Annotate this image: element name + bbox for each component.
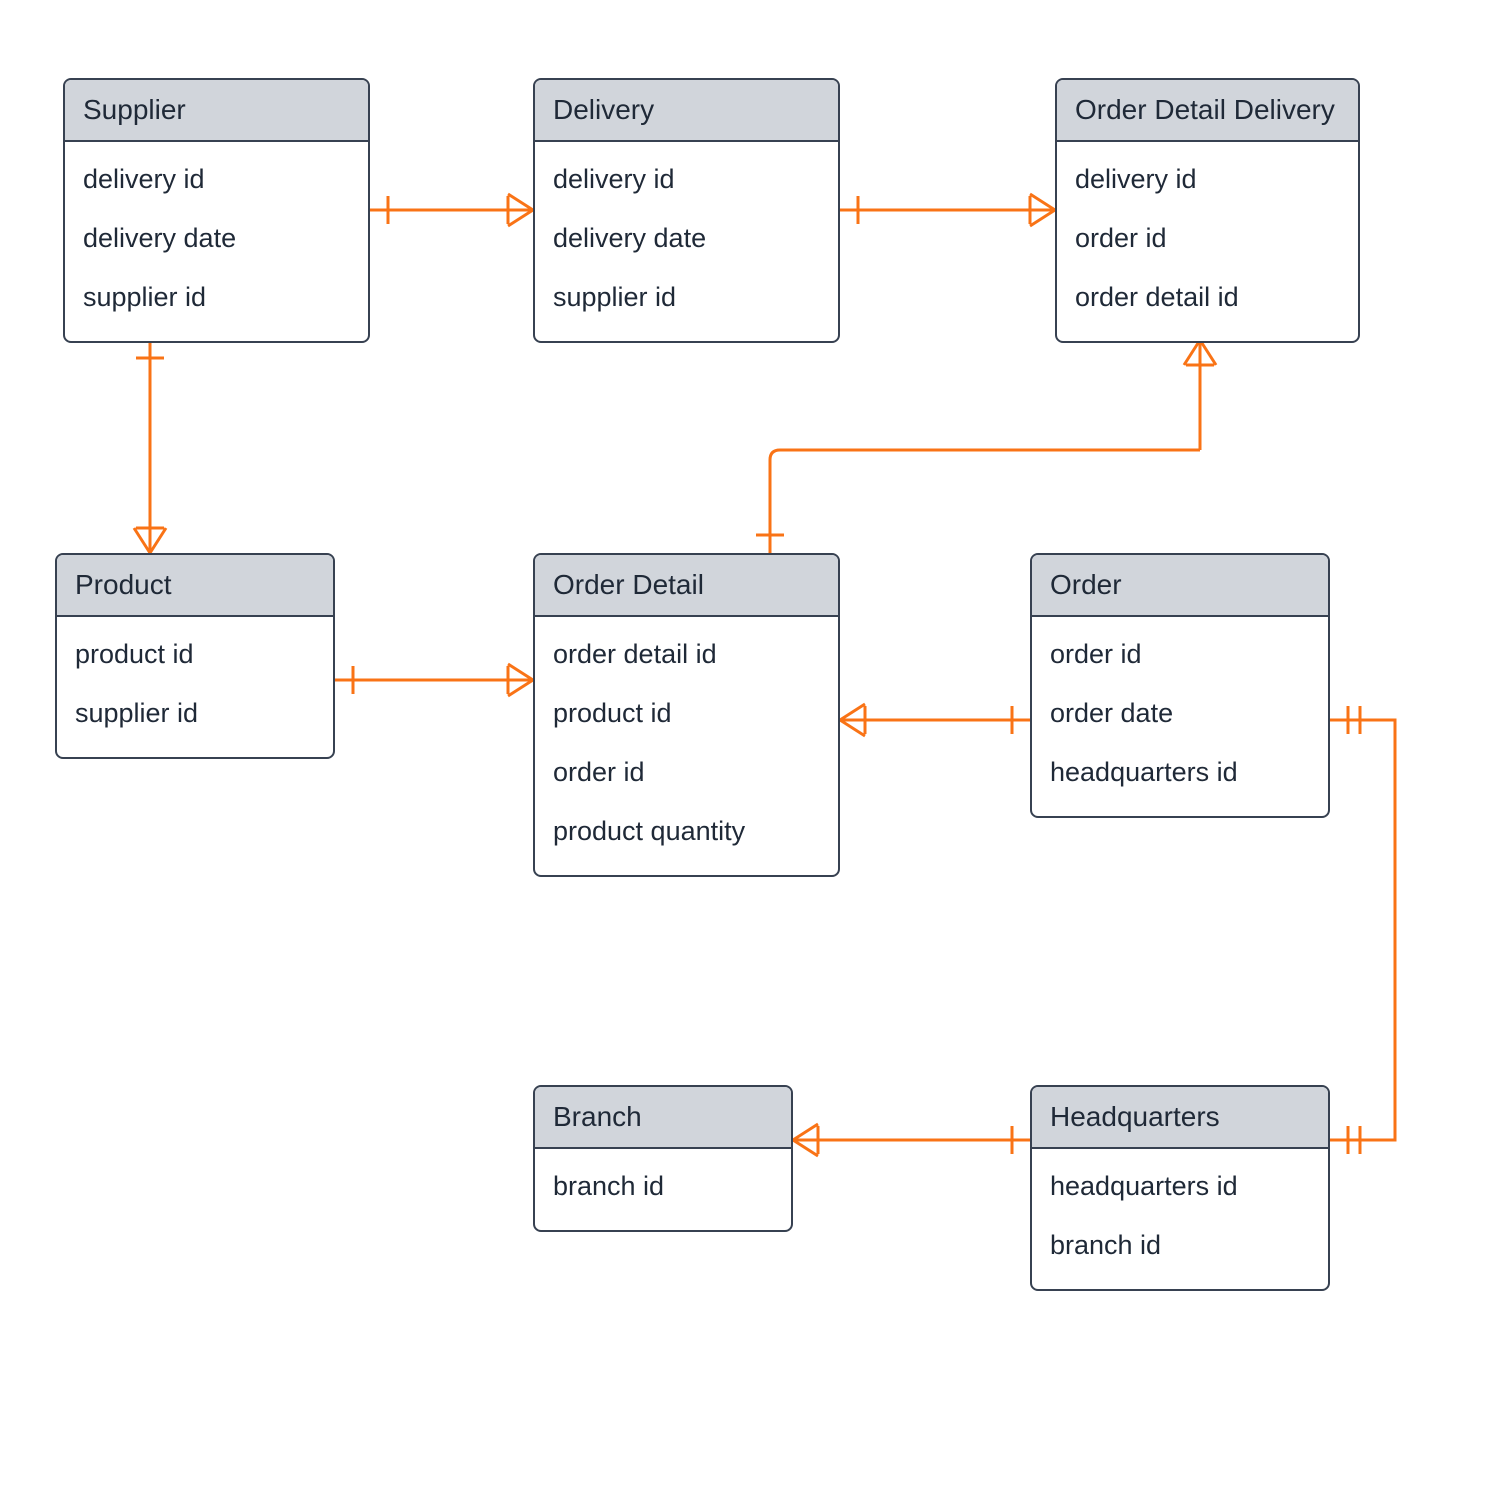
conn-supplier-delivery — [370, 194, 533, 226]
entity-order: Order order id order date headquarters i… — [1030, 553, 1330, 818]
entity-supplier: Supplier delivery id delivery date suppl… — [63, 78, 370, 343]
conn-orderdetail-odd — [756, 340, 1216, 553]
entity-attr: supplier id — [553, 268, 820, 327]
entity-delivery: Delivery delivery id delivery date suppl… — [533, 78, 840, 343]
entity-title: Order Detail — [535, 555, 838, 617]
entity-title: Headquarters — [1032, 1087, 1328, 1149]
entity-attr: product id — [553, 684, 820, 743]
entity-attr: supplier id — [75, 684, 315, 743]
entity-title: Delivery — [535, 80, 838, 142]
conn-orderdetail-order — [840, 704, 1030, 736]
entity-branch: Branch branch id — [533, 1085, 793, 1232]
entity-attr: supplier id — [83, 268, 350, 327]
entity-attr: branch id — [1050, 1216, 1310, 1275]
entity-attr: order detail id — [553, 625, 820, 684]
entity-attr: order id — [1050, 625, 1310, 684]
entity-attr: branch id — [553, 1157, 773, 1216]
conn-supplier-product — [134, 340, 166, 553]
entity-headquarters: Headquarters headquarters id branch id — [1030, 1085, 1330, 1291]
conn-branch-hq — [793, 1124, 1030, 1156]
entity-attr: delivery date — [83, 209, 350, 268]
entity-order-detail: Order Detail order detail id product id … — [533, 553, 840, 877]
entity-title: Order — [1032, 555, 1328, 617]
conn-product-orderdetail — [335, 664, 533, 696]
entity-product: Product product id supplier id — [55, 553, 335, 759]
entity-attr: delivery date — [553, 209, 820, 268]
entity-attr: product id — [75, 625, 315, 684]
entity-attr: order id — [1075, 209, 1340, 268]
entity-attr: headquarters id — [1050, 743, 1310, 802]
conn-delivery-odd — [840, 194, 1055, 226]
entity-attr: order id — [553, 743, 820, 802]
entity-attr: headquarters id — [1050, 1157, 1310, 1216]
entity-attr: order detail id — [1075, 268, 1340, 327]
conn-order-hq — [1330, 706, 1395, 1154]
entity-order-detail-delivery: Order Detail Delivery delivery id order … — [1055, 78, 1360, 343]
entity-title: Branch — [535, 1087, 791, 1149]
entity-attr: delivery id — [1075, 150, 1340, 209]
entity-title: Supplier — [65, 80, 368, 142]
entity-attr: delivery id — [83, 150, 350, 209]
entity-title: Order Detail Delivery — [1057, 80, 1358, 142]
entity-title: Product — [57, 555, 333, 617]
entity-attr: product quantity — [553, 802, 820, 861]
entity-attr: delivery id — [553, 150, 820, 209]
entity-attr: order date — [1050, 684, 1310, 743]
